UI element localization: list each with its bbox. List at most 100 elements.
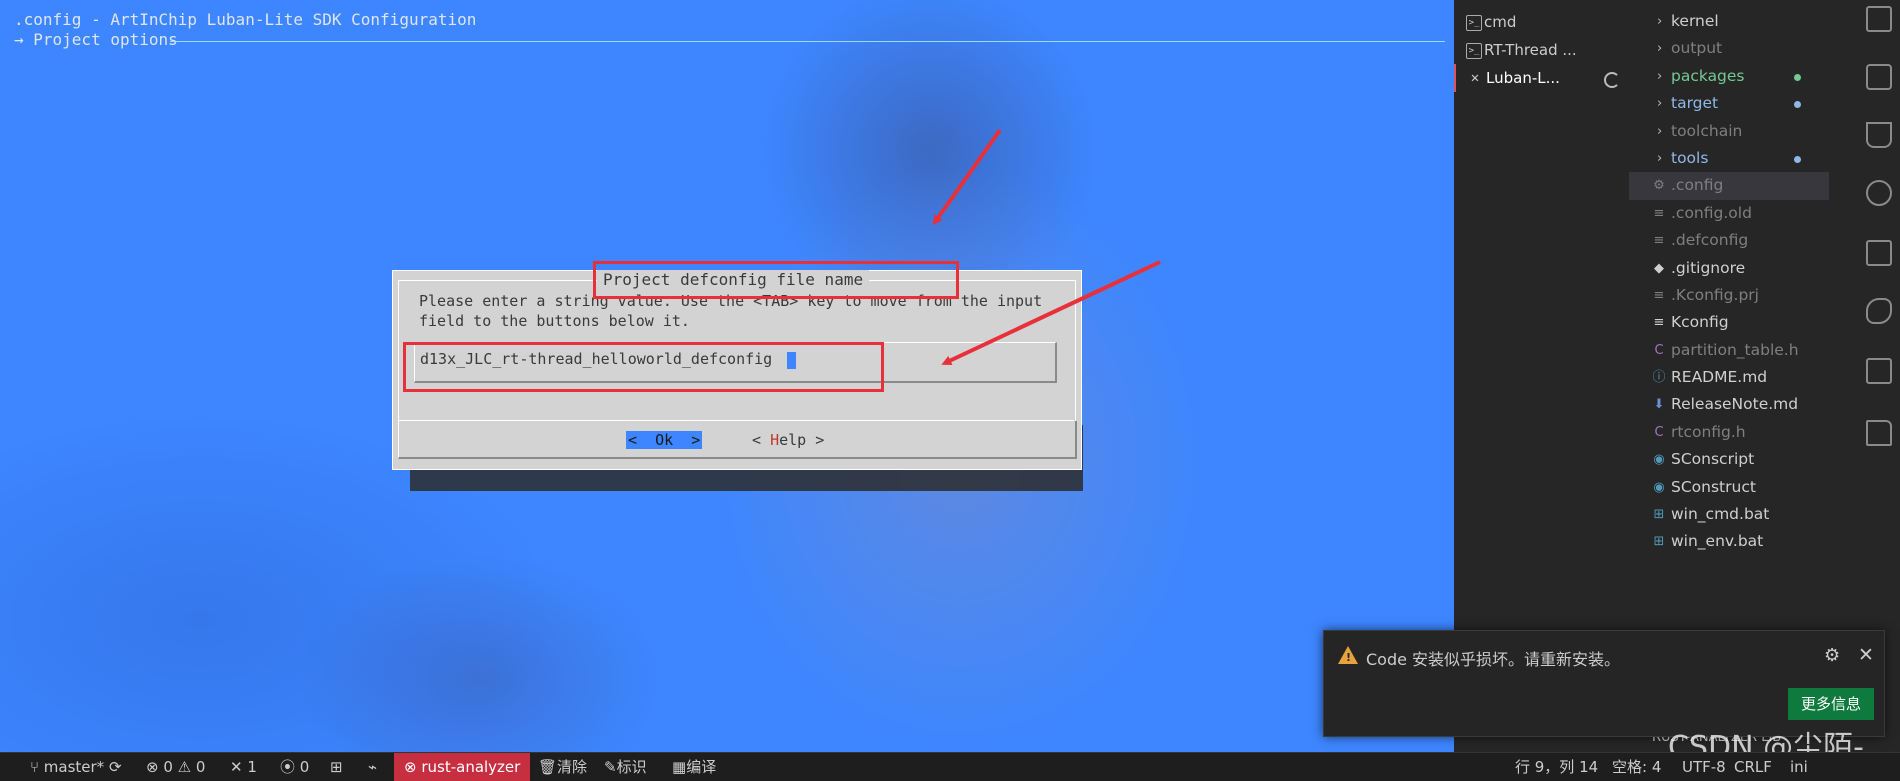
file-item[interactable]: ⊞ win_cmd.bat [1629,501,1829,528]
tools-indicator[interactable]: ✕ 1 [230,753,257,781]
file-type-icon: C [1654,342,1664,358]
testing-icon[interactable] [1866,122,1892,148]
close-icon[interactable]: ✕ [1858,644,1874,666]
chevron-right-icon: › [1657,123,1663,139]
branch-indicator[interactable]: ⑂ master* ⟳ [30,753,122,781]
docker-icon[interactable] [1866,240,1892,266]
explorer-item-label: tools [1671,148,1709,167]
chevron-right-icon: › [1657,41,1663,57]
explorer-item-label: rtconfig.h [1671,422,1746,441]
explorer-item-label: target [1671,94,1719,113]
ports-indicator[interactable]: ⦿ 0 [280,753,309,781]
folder-item[interactable]: › output [1629,35,1829,62]
file-item[interactable]: ≡ .Kconfig.prj [1629,282,1829,309]
folder-item[interactable]: › packages [1629,63,1829,90]
folder-item[interactable]: › kernel [1629,8,1829,35]
folder-item[interactable]: › toolchain [1629,118,1829,145]
encoding[interactable]: UTF-8 [1682,753,1726,781]
terminal-tab-label: RT-Thread ... [1484,41,1577,59]
chevron-right-icon: › [1657,14,1663,29]
add-icon[interactable]: ⊞ [330,753,343,781]
explorer-item-label: README.md [1671,368,1768,387]
explorer-item-label: toolchain [1671,121,1743,140]
file-type-icon: ⊞ [1653,534,1665,550]
explorer-item-label: Kconfig [1671,313,1729,332]
github-icon[interactable] [1866,180,1892,206]
modified-dot-icon [1794,155,1801,163]
file-type-icon: ≡ [1653,233,1665,249]
modified-dot-icon [1794,101,1801,109]
terminal-icon: >_ [1466,15,1482,31]
file-item[interactable]: ◉ SConstruct [1629,474,1829,501]
branch-label: master* [43,758,105,776]
compile-label: 编译 [686,758,717,776]
file-item[interactable]: ≡ Kconfig [1629,309,1829,336]
notebook-icon[interactable] [1866,358,1892,384]
folder-item[interactable]: › tools [1629,145,1829,172]
explorer-item-label: packages [1671,66,1745,85]
annotation-arrows [932,128,1161,365]
file-type-icon: C [1654,424,1664,440]
line-ending[interactable]: CRLF [1734,753,1772,781]
chevron-right-icon: › [1657,68,1663,84]
file-item[interactable]: Crtconfig.h [1629,419,1829,446]
file-item[interactable]: ≡ .defconfig [1629,227,1829,254]
explorer-item-label: .config [1671,176,1724,195]
modified-dot-icon [1794,73,1801,81]
file-type-icon: ≡ [1653,287,1665,303]
explorer-item-label: win_env.bat [1671,532,1764,551]
plug-icon[interactable]: ⌁ [368,753,377,781]
chevron-right-icon: › [1657,150,1663,166]
file-type-icon: ⊞ [1653,507,1665,523]
chevron-right-icon: › [1657,96,1663,112]
explorer-item-label: .config.old [1671,203,1752,222]
file-item[interactable]: ◆ .gitignore [1629,255,1829,282]
explorer-item-label: ReleaseNote.md [1671,395,1799,414]
remote-explorer-icon[interactable] [1866,64,1892,90]
file-type-icon: ⬇ [1653,397,1665,413]
language-mode[interactable]: ini [1790,753,1808,781]
folder-item[interactable]: › target [1629,90,1829,117]
terminal-panel[interactable]: .config - ArtInChip Luban-Lite SDK Confi… [0,0,1454,752]
clear-button[interactable]: 🗑清除 [538,753,587,781]
file-item[interactable]: ⊞ win_env.bat [1629,528,1829,555]
mark-button[interactable]: ✎标识 [604,753,647,781]
warning-icon-mark: ! [1346,651,1352,664]
terminal-list: >_ cmd >_ RT-Thread ... ✕ Luban-L... [1454,8,1629,92]
notification-toast: ! Code 安装似乎损坏。请重新安装。 ⚙ ✕ 更多信息 [1323,630,1885,737]
arrow-to-input [941,260,1161,365]
terminal-tab-rtthread[interactable]: >_ RT-Thread ... [1454,36,1629,64]
file-item[interactable]: ◉ SConscript [1629,446,1829,473]
file-explorer: › kernel › output › packages › target › toolchain… [1629,8,1829,556]
file-type-icon: ⚙ [1653,178,1665,194]
indentation[interactable]: 空格: 4 [1612,753,1661,781]
cursor-position[interactable]: 行 9，列 14 [1515,753,1598,781]
compile-button[interactable]: ▦编译 [672,753,716,781]
file-item[interactable]: ≡ .config.old [1629,200,1829,227]
file-item[interactable]: Cpartition_table.h [1629,337,1829,364]
file-item[interactable]: ⚙ .config [1629,172,1829,200]
file-item[interactable]: ⬇ ReleaseNote.md [1629,391,1829,418]
file-type-icon: ≡ [1653,205,1665,221]
gear-icon[interactable]: ⚙ [1824,645,1840,666]
clear-label: 清除 [557,758,588,776]
python-icon[interactable] [1866,298,1892,324]
explorer-item-label: output [1671,39,1723,58]
extensions-icon[interactable] [1866,6,1892,32]
terminal-tab-cmd[interactable]: >_ cmd [1454,8,1629,36]
folder-icon[interactable] [1866,420,1892,446]
rust-analyzer-status[interactable]: ⊗ rust-analyzer [394,753,531,781]
notification-message: Code 安装似乎损坏。请重新安装。 [1366,650,1621,669]
explorer-item-label: kernel [1671,12,1719,30]
problems-indicator[interactable]: ⊗ 0 ⚠ 0 [146,753,205,781]
explorer-item-label: .Kconfig.prj [1671,285,1759,304]
file-item[interactable]: ⓘ README.md [1629,364,1829,391]
tools-count: 1 [247,758,257,776]
file-type-icon: ◉ [1653,479,1665,495]
terminal-tab-luban[interactable]: ✕ Luban-L... [1454,64,1629,92]
rust-analyzer-label: rust-analyzer [421,758,521,776]
status-bar: ⑂ master* ⟳ ⊗ 0 ⚠ 0 ✕ 1 ⦿ 0 ⊞ ⌁ ⊗ rust-a… [0,752,1900,781]
explorer-item-label: partition_table.h [1671,340,1799,359]
tools-icon: ✕ [1470,70,1480,86]
more-info-button[interactable]: 更多信息 [1788,688,1874,720]
